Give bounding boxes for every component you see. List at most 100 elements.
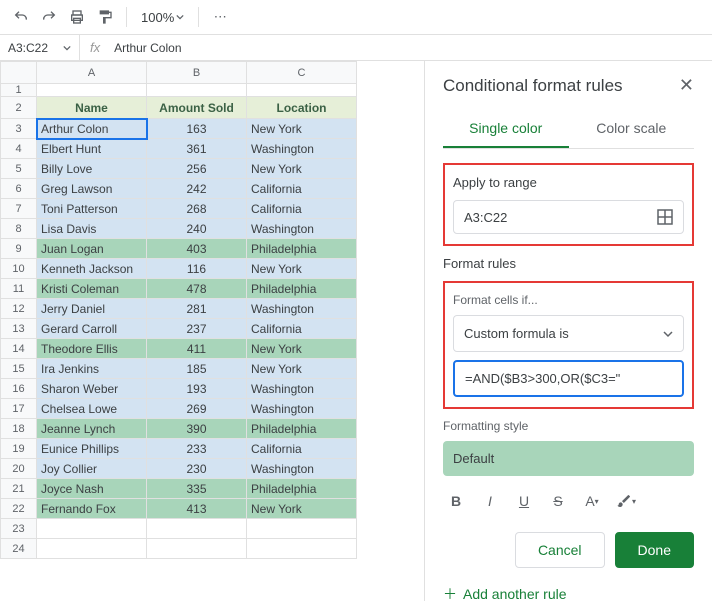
cell-C17[interactable]: Washington xyxy=(247,399,357,419)
cell-B20[interactable]: 230 xyxy=(147,459,247,479)
cell-C8[interactable]: Washington xyxy=(247,219,357,239)
range-input[interactable]: A3:C22 xyxy=(453,200,684,234)
row-header-17[interactable]: 17 xyxy=(1,399,37,419)
formula-input[interactable]: Arthur Colon xyxy=(110,41,185,55)
cell-A6[interactable]: Greg Lawson xyxy=(37,179,147,199)
cell-B17[interactable]: 269 xyxy=(147,399,247,419)
cell-B15[interactable]: 185 xyxy=(147,359,247,379)
cell-B8[interactable]: 240 xyxy=(147,219,247,239)
row-header-18[interactable]: 18 xyxy=(1,419,37,439)
col-header-A[interactable]: A xyxy=(37,62,147,84)
cell-C12[interactable]: Washington xyxy=(247,299,357,319)
cell-C10[interactable]: New York xyxy=(247,259,357,279)
cell-C4[interactable]: Washington xyxy=(247,139,357,159)
close-icon[interactable]: ✕ xyxy=(679,75,694,96)
row-header-3[interactable]: 3 xyxy=(1,119,37,139)
row-header-4[interactable]: 4 xyxy=(1,139,37,159)
paint-format-icon[interactable] xyxy=(94,6,116,28)
cell-C6[interactable]: California xyxy=(247,179,357,199)
zoom-dropdown[interactable]: 100% xyxy=(137,10,188,25)
tab-single-color[interactable]: Single color xyxy=(443,110,569,148)
cell-A9[interactable]: Juan Logan xyxy=(37,239,147,259)
row-header-9[interactable]: 9 xyxy=(1,239,37,259)
cell-C11[interactable]: Philadelphia xyxy=(247,279,357,299)
row-header-8[interactable]: 8 xyxy=(1,219,37,239)
print-icon[interactable] xyxy=(66,6,88,28)
cell-B16[interactable]: 193 xyxy=(147,379,247,399)
cell-A16[interactable]: Sharon Weber xyxy=(37,379,147,399)
row-header-14[interactable]: 14 xyxy=(1,339,37,359)
custom-formula-input[interactable]: =AND($B3>300,OR($C3=" xyxy=(453,360,684,397)
cell-B7[interactable]: 268 xyxy=(147,199,247,219)
grid-icon[interactable] xyxy=(657,209,673,225)
cell-A15[interactable]: Ira Jenkins xyxy=(37,359,147,379)
cell-A18[interactable]: Jeanne Lynch xyxy=(37,419,147,439)
strike-button[interactable]: S xyxy=(545,488,571,514)
cell-A17[interactable]: Chelsea Lowe xyxy=(37,399,147,419)
cell-A10[interactable]: Kenneth Jackson xyxy=(37,259,147,279)
row-header-7[interactable]: 7 xyxy=(1,199,37,219)
row-header-19[interactable]: 19 xyxy=(1,439,37,459)
cell-B4[interactable]: 361 xyxy=(147,139,247,159)
fill-color-button[interactable]: ▾ xyxy=(613,488,639,514)
col-header-C[interactable]: C xyxy=(247,62,357,84)
cell-B14[interactable]: 411 xyxy=(147,339,247,359)
cell-C5[interactable]: New York xyxy=(247,159,357,179)
redo-icon[interactable] xyxy=(38,6,60,28)
cell-B9[interactable]: 403 xyxy=(147,239,247,259)
cell-B10[interactable]: 116 xyxy=(147,259,247,279)
row-header-15[interactable]: 15 xyxy=(1,359,37,379)
cell-C3[interactable]: New York xyxy=(247,119,357,139)
cell-C20[interactable]: Washington xyxy=(247,459,357,479)
spreadsheet[interactable]: ABC12NameAmount SoldLocation3Arthur Colo… xyxy=(0,61,424,601)
text-color-button[interactable]: A▾ xyxy=(579,488,605,514)
row-header-12[interactable]: 12 xyxy=(1,299,37,319)
row-header-16[interactable]: 16 xyxy=(1,379,37,399)
cell-C7[interactable]: California xyxy=(247,199,357,219)
more-icon[interactable]: ⋯ xyxy=(209,6,231,28)
cell-C19[interactable]: California xyxy=(247,439,357,459)
name-box[interactable]: A3:C22 xyxy=(0,35,80,60)
row-header-24[interactable]: 24 xyxy=(1,539,37,559)
cell-C9[interactable]: Philadelphia xyxy=(247,239,357,259)
tab-color-scale[interactable]: Color scale xyxy=(569,110,695,148)
cell-A19[interactable]: Eunice Phillips xyxy=(37,439,147,459)
row-header-10[interactable]: 10 xyxy=(1,259,37,279)
italic-button[interactable]: I xyxy=(477,488,503,514)
header-name[interactable]: Name xyxy=(37,97,147,119)
row-header-13[interactable]: 13 xyxy=(1,319,37,339)
cell-B11[interactable]: 478 xyxy=(147,279,247,299)
row-header-20[interactable]: 20 xyxy=(1,459,37,479)
done-button[interactable]: Done xyxy=(615,532,694,568)
row-header-21[interactable]: 21 xyxy=(1,479,37,499)
cell-C13[interactable]: California xyxy=(247,319,357,339)
cell-B3[interactable]: 163 xyxy=(147,119,247,139)
cell-B5[interactable]: 256 xyxy=(147,159,247,179)
cell-C14[interactable]: New York xyxy=(247,339,357,359)
cell-B12[interactable]: 281 xyxy=(147,299,247,319)
cell-B22[interactable]: 413 xyxy=(147,499,247,519)
row-header-2[interactable]: 2 xyxy=(1,97,37,119)
cell-A20[interactable]: Joy Collier xyxy=(37,459,147,479)
cell-A8[interactable]: Lisa Davis xyxy=(37,219,147,239)
cell-C15[interactable]: New York xyxy=(247,359,357,379)
cell-A5[interactable]: Billy Love xyxy=(37,159,147,179)
cell-A11[interactable]: Kristi Coleman xyxy=(37,279,147,299)
rule-type-dropdown[interactable]: Custom formula is xyxy=(453,315,684,352)
cell-A4[interactable]: Elbert Hunt xyxy=(37,139,147,159)
row-header-23[interactable]: 23 xyxy=(1,519,37,539)
undo-icon[interactable] xyxy=(10,6,32,28)
cell-A13[interactable]: Gerard Carroll xyxy=(37,319,147,339)
cell-B19[interactable]: 233 xyxy=(147,439,247,459)
cell-B13[interactable]: 237 xyxy=(147,319,247,339)
add-rule-button[interactable]: ＋ Add another rule xyxy=(443,584,694,601)
header-amount[interactable]: Amount Sold xyxy=(147,97,247,119)
cell-C18[interactable]: Philadelphia xyxy=(247,419,357,439)
cell-A12[interactable]: Jerry Daniel xyxy=(37,299,147,319)
select-all-corner[interactable] xyxy=(1,62,37,84)
bold-button[interactable]: B xyxy=(443,488,469,514)
cell-B21[interactable]: 335 xyxy=(147,479,247,499)
style-preview[interactable]: Default xyxy=(443,441,694,476)
cell-A7[interactable]: Toni Patterson xyxy=(37,199,147,219)
cell-B6[interactable]: 242 xyxy=(147,179,247,199)
